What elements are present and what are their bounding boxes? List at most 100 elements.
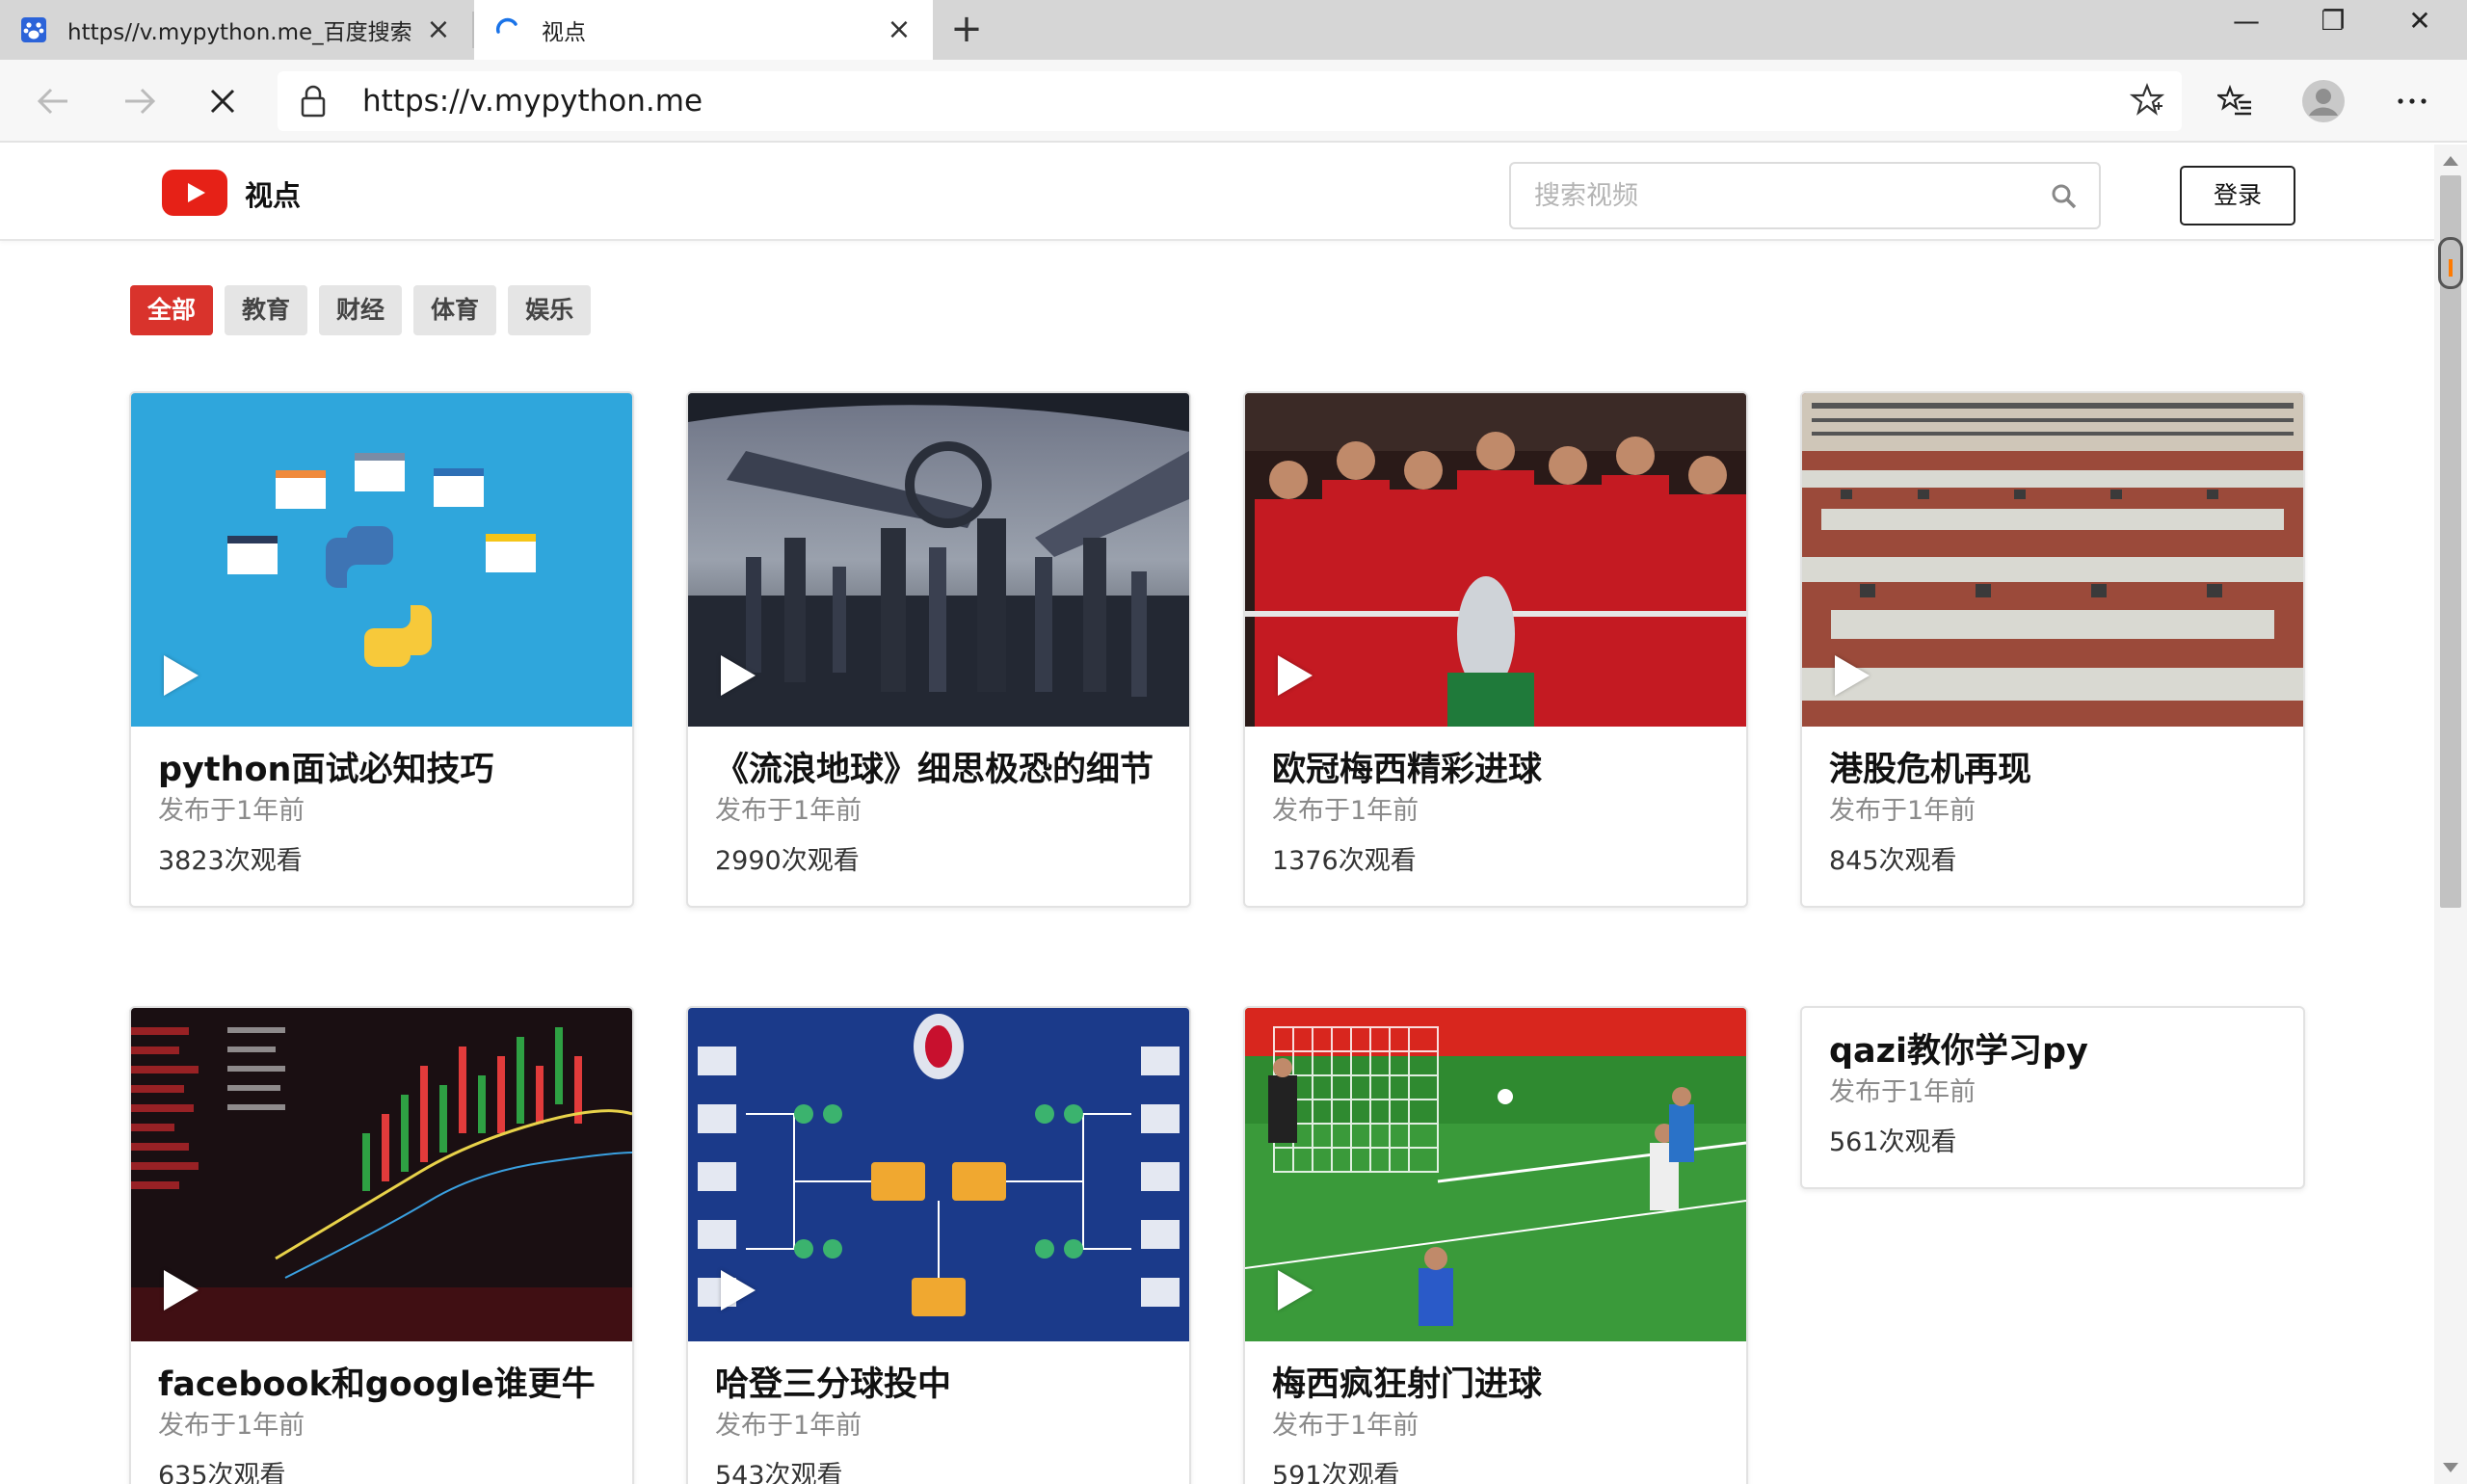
video-card[interactable]: 港股危机再现 发布于1年前 845次观看 bbox=[1800, 391, 2305, 908]
paw-icon bbox=[19, 15, 48, 44]
filter-education[interactable]: 教育 bbox=[225, 285, 308, 335]
video-card[interactable]: 梅西疯狂射门进球 发布于1年前 591次观看 bbox=[1243, 1006, 1748, 1484]
video-views: 591次观看 bbox=[1272, 1461, 1400, 1484]
video-thumbnail[interactable] bbox=[131, 1008, 632, 1341]
video-thumbnail[interactable] bbox=[131, 393, 632, 727]
video-views: 635次观看 bbox=[158, 1461, 286, 1484]
video-title[interactable]: qazi教你学习py bbox=[1829, 1029, 2278, 1073]
profile-avatar[interactable] bbox=[2297, 75, 2349, 127]
star-add-favorite-icon[interactable] bbox=[2129, 83, 2165, 121]
stock-chart-thumbnail bbox=[131, 1008, 632, 1341]
video-views: 2990次观看 bbox=[715, 846, 860, 876]
video-card[interactable]: facebook和google谁更牛 发布于1年前 635次观看 bbox=[129, 1006, 634, 1484]
browser-toolbar: https://v.mypython.me bbox=[0, 60, 2467, 143]
site-brand[interactable]: 视点 bbox=[245, 173, 301, 214]
filter-finance[interactable]: 财经 bbox=[319, 285, 403, 335]
favorites-icon bbox=[2217, 85, 2251, 116]
video-title[interactable]: facebook和google谁更牛 bbox=[158, 1363, 607, 1407]
youtube-logo-icon[interactable] bbox=[162, 170, 227, 216]
video-card[interactable]: 哈登三分球投中 发布于1年前 543次观看 bbox=[686, 1006, 1191, 1484]
search-icon[interactable] bbox=[2051, 183, 2078, 214]
play-icon[interactable] bbox=[721, 655, 756, 696]
stop-loading-button[interactable] bbox=[197, 75, 249, 127]
tournament-bracket-thumbnail bbox=[688, 1008, 1189, 1341]
python-logo-thumbnail bbox=[131, 393, 632, 727]
video-title[interactable]: 欧冠梅西精彩进球 bbox=[1272, 748, 1721, 792]
category-filters: 全部 教育 财经 体育 娱乐 bbox=[130, 285, 592, 335]
site-header: 视点 登录 bbox=[0, 145, 2434, 241]
search-box[interactable] bbox=[1509, 162, 2101, 229]
play-icon[interactable] bbox=[164, 1270, 199, 1311]
video-thumbnail[interactable] bbox=[1802, 393, 2303, 727]
tab-title: 视点 bbox=[542, 20, 586, 45]
video-date: 发布于1年前 bbox=[158, 796, 305, 826]
web-page: 视点 登录 全部 教育 财经 体育 娱乐 bbox=[0, 145, 2434, 1484]
avatar-icon bbox=[2302, 80, 2345, 122]
url-text[interactable]: https://v.mypython.me bbox=[362, 71, 703, 131]
video-date: 发布于1年前 bbox=[1829, 796, 1976, 826]
more-menu-button[interactable] bbox=[2386, 75, 2438, 127]
forward-button[interactable] bbox=[114, 75, 166, 127]
video-thumbnail[interactable] bbox=[688, 1008, 1189, 1341]
video-title[interactable]: 哈登三分球投中 bbox=[715, 1363, 1164, 1407]
video-date: 发布于1年前 bbox=[1272, 796, 1419, 826]
play-icon[interactable] bbox=[1278, 655, 1313, 696]
soccer-goal-thumbnail bbox=[1245, 1008, 1746, 1341]
arrow-left-icon bbox=[37, 88, 67, 115]
search-input[interactable] bbox=[1534, 164, 2035, 227]
filter-entertainment[interactable]: 娱乐 bbox=[508, 285, 592, 335]
video-title[interactable]: python面试必知技巧 bbox=[158, 748, 607, 792]
tab-shidian[interactable]: 视点 × bbox=[474, 0, 933, 60]
lock-icon bbox=[299, 85, 328, 121]
video-date: 发布于1年前 bbox=[1829, 1077, 1976, 1107]
close-tab-icon[interactable]: × bbox=[885, 15, 914, 44]
close-window-button[interactable]: ✕ bbox=[2376, 0, 2463, 44]
football-team-celebration-thumbnail bbox=[1245, 393, 1746, 727]
video-card[interactable]: python面试必知技巧 发布于1年前 3823次观看 bbox=[129, 391, 634, 908]
video-date: 发布于1年前 bbox=[1272, 1411, 1419, 1441]
minimize-button[interactable]: — bbox=[2203, 0, 2290, 44]
close-tab-icon[interactable]: × bbox=[424, 15, 453, 44]
scroll-up-icon[interactable] bbox=[2443, 156, 2458, 166]
play-icon[interactable] bbox=[164, 655, 199, 696]
video-views: 561次观看 bbox=[1829, 1127, 1957, 1157]
video-card[interactable]: 《流浪地球》细思极恐的细节 发布于1年前 2990次观看 bbox=[686, 391, 1191, 908]
video-title[interactable]: 梅西疯狂射门进球 bbox=[1272, 1363, 1721, 1407]
video-date: 发布于1年前 bbox=[715, 1411, 862, 1441]
arrow-right-icon bbox=[125, 88, 156, 115]
tab-baidu-search[interactable]: https//v.mypython.me_百度搜索 × bbox=[0, 0, 472, 60]
video-date: 发布于1年前 bbox=[158, 1411, 305, 1441]
video-card[interactable]: qazi教你学习py 发布于1年前 561次观看 bbox=[1800, 1006, 2305, 1189]
video-views: 1376次观看 bbox=[1272, 846, 1417, 876]
video-thumbnail[interactable] bbox=[1245, 1008, 1746, 1341]
video-title[interactable]: 港股危机再现 bbox=[1829, 748, 2278, 792]
login-button[interactable]: 登录 bbox=[2180, 166, 2295, 225]
scroll-down-icon[interactable] bbox=[2443, 1463, 2458, 1472]
close-icon bbox=[210, 89, 235, 114]
scifi-city-thumbnail bbox=[688, 393, 1189, 727]
play-icon[interactable] bbox=[1278, 1270, 1313, 1311]
filter-all[interactable]: 全部 bbox=[130, 285, 214, 335]
new-tab-button[interactable]: + bbox=[944, 8, 989, 52]
video-card[interactable]: 欧冠梅西精彩进球 发布于1年前 1376次观看 bbox=[1243, 391, 1748, 908]
loading-spinner-icon bbox=[493, 15, 522, 44]
play-icon[interactable] bbox=[721, 1270, 756, 1311]
tab-title: https//v.mypython.me_百度搜索 bbox=[67, 20, 412, 45]
mouse-scroll-indicator-icon bbox=[2438, 237, 2463, 289]
favorites-button[interactable] bbox=[2209, 75, 2261, 127]
address-bar[interactable]: https://v.mypython.me bbox=[278, 71, 2182, 131]
video-views: 543次观看 bbox=[715, 1461, 843, 1484]
video-thumbnail[interactable] bbox=[1245, 393, 1746, 727]
filter-sports[interactable]: 体育 bbox=[413, 285, 497, 335]
more-dots-icon bbox=[2398, 98, 2427, 104]
maximize-button[interactable]: ❐ bbox=[2290, 0, 2376, 44]
play-icon[interactable] bbox=[1835, 655, 1870, 696]
vertical-scrollbar[interactable] bbox=[2434, 145, 2467, 1484]
video-title[interactable]: 《流浪地球》细思极恐的细节 bbox=[715, 748, 1164, 792]
video-thumbnail[interactable] bbox=[688, 393, 1189, 727]
video-views: 845次观看 bbox=[1829, 846, 1957, 876]
browser-tab-bar: https//v.mypython.me_百度搜索 × 视点 × + — ❐ ✕ bbox=[0, 0, 2467, 60]
back-button[interactable] bbox=[27, 75, 79, 127]
video-date: 发布于1年前 bbox=[715, 796, 862, 826]
video-views: 3823次观看 bbox=[158, 846, 303, 876]
